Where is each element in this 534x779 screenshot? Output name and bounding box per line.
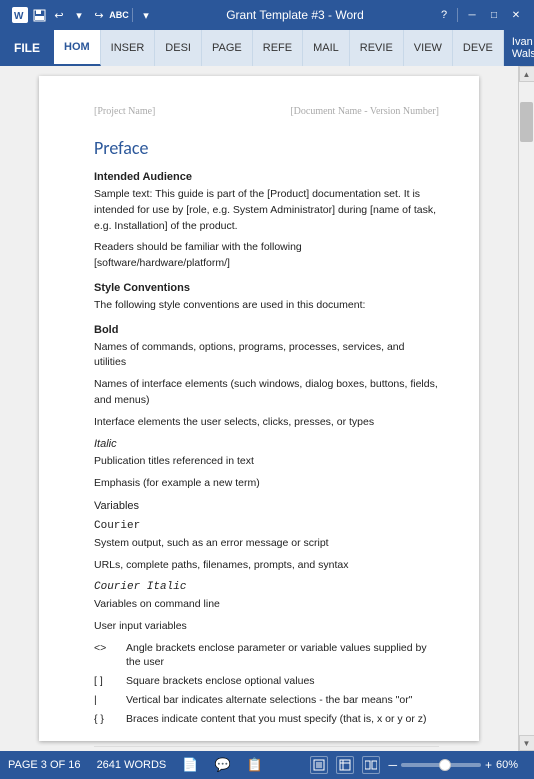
- document-area: [Project Name] [Document Name - Version …: [0, 66, 534, 751]
- tab-insert[interactable]: INSER: [101, 30, 156, 66]
- list-item-text: Braces indicate content that you must sp…: [126, 712, 427, 727]
- spelling-quick-button[interactable]: ABC: [110, 6, 128, 24]
- courier-italic-heading: Courier Italic: [94, 581, 439, 593]
- list-item: [ ] Square brackets enclose optional valu…: [94, 674, 439, 689]
- undo-dropdown-button[interactable]: ▾: [70, 6, 88, 24]
- customize-quick-button[interactable]: ▾: [137, 6, 155, 24]
- tab-review[interactable]: REVIE: [350, 30, 404, 66]
- list-item-text: Angle brackets enclose parameter or vari…: [126, 641, 439, 670]
- close-button[interactable]: ✕: [506, 7, 526, 23]
- list-item: <> Angle brackets enclose parameter or va…: [94, 641, 439, 670]
- bold-item1: Names of commands, options, programs, pr…: [94, 340, 439, 372]
- style-intro: The following style conventions are used…: [94, 298, 439, 314]
- tab-developer[interactable]: DEVE: [453, 30, 504, 66]
- courier-heading: Courier: [94, 520, 439, 532]
- intended-audience-heading: Intended Audience: [94, 171, 439, 183]
- help-button[interactable]: ?: [435, 6, 453, 24]
- zoom-out-button[interactable]: ─: [388, 758, 397, 772]
- status-bar: PAGE 3 OF 16 2641 WORDS 📄 💬 📋 ─ + 60%: [0, 751, 534, 779]
- tab-references[interactable]: REFE: [253, 30, 303, 66]
- toolbar-separator: [132, 8, 133, 22]
- document-page: [Project Name] [Document Name - Version …: [39, 76, 479, 741]
- tab-page[interactable]: PAGE: [202, 30, 253, 66]
- tab-view[interactable]: VIEW: [404, 30, 453, 66]
- tab-design[interactable]: DESI: [155, 30, 202, 66]
- scroll-up-button[interactable]: ▲: [519, 66, 534, 82]
- ribbon-tabs: HOM INSER DESI PAGE REFE MAIL REVIE VIEW…: [54, 30, 504, 66]
- page-info: PAGE 3 OF 16: [8, 759, 81, 771]
- quick-access-toolbar: W ↩ ▾ ↪ ABC ▾: [12, 6, 155, 24]
- bold-item2: Names of interface elements (such window…: [94, 377, 439, 409]
- zoom-in-button[interactable]: +: [485, 758, 492, 772]
- zoom-level: 60%: [496, 759, 526, 771]
- scroll-down-button[interactable]: ▼: [519, 735, 534, 751]
- word-count: 2641 WORDS: [97, 759, 167, 771]
- scroll-track[interactable]: [519, 82, 534, 735]
- list-item-text: Square brackets enclose optional values: [126, 674, 315, 689]
- sample-text: Sample text: This guide is part of the […: [94, 187, 439, 234]
- redo-quick-button[interactable]: ↪: [90, 6, 108, 24]
- print-layout-button[interactable]: [310, 756, 328, 774]
- symbol-list: <> Angle brackets enclose parameter or va…: [94, 641, 439, 726]
- list-symbol: { }: [94, 712, 118, 727]
- italic-heading: Italic: [94, 438, 439, 450]
- save-quick-button[interactable]: [30, 6, 48, 24]
- file-tab[interactable]: FILE: [0, 30, 54, 66]
- list-item: { } Braces indicate content that you must…: [94, 712, 439, 727]
- variables-heading: Variables: [94, 500, 439, 512]
- window-title: Grant Template #3 - Word: [155, 8, 435, 22]
- page-footer: 3 | P a g e: [94, 746, 439, 751]
- user-menu[interactable]: Ivan Walsh ▾ K: [504, 30, 534, 66]
- title-text: Grant Template #3 - Word: [226, 8, 364, 22]
- courier-item2: URLs, complete paths, filenames, prompts…: [94, 558, 439, 574]
- minimize-button[interactable]: ─: [462, 7, 482, 23]
- bold-heading: Bold: [94, 324, 439, 336]
- readers-text: Readers should be familiar with the foll…: [94, 240, 439, 272]
- italic-item1: Publication titles referenced in text: [94, 454, 439, 470]
- courier-italic-item2: User input variables: [94, 619, 439, 635]
- zoom-slider[interactable]: [401, 763, 481, 767]
- tab-home[interactable]: HOM: [54, 30, 101, 66]
- zoom-thumb[interactable]: [439, 759, 451, 771]
- document-scroll[interactable]: [Project Name] [Document Name - Version …: [0, 66, 518, 751]
- web-layout-button[interactable]: [336, 756, 354, 774]
- list-symbol: <>: [94, 641, 118, 670]
- title-bar: W ↩ ▾ ↪ ABC ▾ Grant Template #3 - Word ?…: [0, 0, 534, 30]
- text-select-icon: 📋: [247, 757, 263, 773]
- courier-italic-item1: Variables on command line: [94, 597, 439, 613]
- read-mode-button[interactable]: [362, 756, 380, 774]
- document-name-placeholder: [Document Name - Version Number]: [290, 106, 439, 117]
- svg-text:W: W: [14, 11, 24, 22]
- vertical-scrollbar[interactable]: ▲ ▼: [518, 66, 534, 751]
- word-icon: W: [12, 7, 28, 23]
- user-name: Ivan Walsh: [512, 36, 534, 60]
- scroll-thumb[interactable]: [520, 102, 533, 142]
- zoom-controls: ─ + 60%: [388, 758, 526, 772]
- tab-mail[interactable]: MAIL: [303, 30, 350, 66]
- sep2: [457, 8, 458, 22]
- status-bar-right: ─ + 60%: [310, 756, 526, 774]
- preface-heading: Preface: [94, 137, 439, 159]
- list-item: | Vertical bar indicates alternate select…: [94, 693, 439, 708]
- list-item-text: Vertical bar indicates alternate selecti…: [126, 693, 412, 708]
- ribbon: FILE HOM INSER DESI PAGE REFE MAIL REVIE…: [0, 30, 534, 66]
- page-header: [Project Name] [Document Name - Version …: [94, 106, 439, 117]
- comments-icon: 💬: [214, 757, 230, 773]
- list-symbol: [ ]: [94, 674, 118, 689]
- italic-item2: Emphasis (for example a new term): [94, 476, 439, 492]
- undo-quick-button[interactable]: ↩: [50, 6, 68, 24]
- style-conventions-heading: Style Conventions: [94, 282, 439, 294]
- restore-button[interactable]: □: [484, 7, 504, 23]
- list-symbol: |: [94, 693, 118, 708]
- project-name-placeholder: [Project Name]: [94, 106, 155, 117]
- courier-item1: System output, such as an error message …: [94, 536, 439, 552]
- bold-item3: Interface elements the user selects, cli…: [94, 415, 439, 431]
- track-changes-icon: 📄: [182, 757, 198, 773]
- window-controls: ? ─ □ ✕: [435, 6, 526, 24]
